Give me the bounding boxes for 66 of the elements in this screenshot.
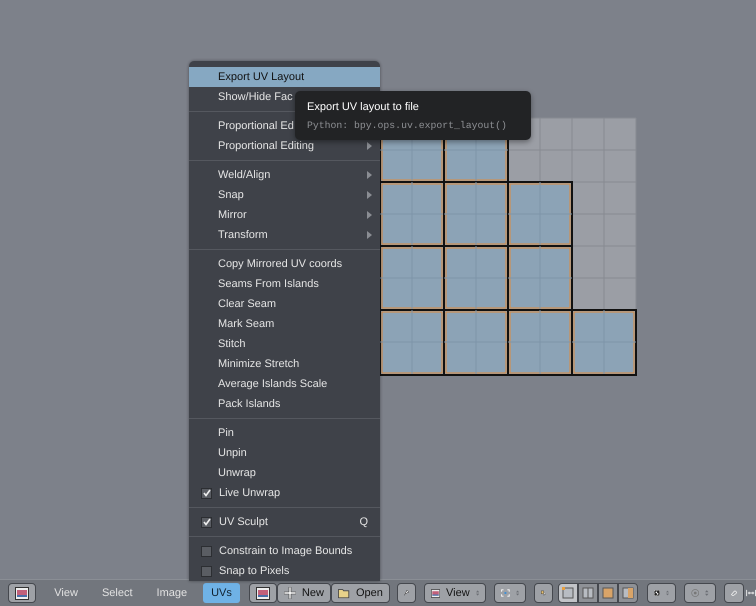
menu-item[interactable]: Snap to Pixels: [189, 561, 380, 581]
folder-icon: [338, 587, 350, 599]
checkbox[interactable]: [201, 516, 212, 528]
checkbox[interactable]: [201, 546, 212, 556]
dots-icon: [654, 588, 660, 598]
menu-item[interactable]: Weld/Align: [189, 165, 380, 185]
selection-mode-button[interactable]: [598, 583, 618, 603]
submenu-arrow-icon: [367, 211, 372, 219]
menu-button[interactable]: View: [46, 583, 86, 603]
menu-button[interactable]: Image: [148, 583, 196, 603]
circle-icon: [690, 587, 700, 599]
menu-item[interactable]: Live Unwrap: [189, 483, 380, 503]
stepper-arrows-icon: [516, 588, 519, 598]
plus-icon: [284, 587, 296, 599]
pivot-icon: [500, 587, 510, 599]
selection-mode-button[interactable]: [558, 583, 578, 603]
mode-icon: [622, 587, 634, 599]
sticky-select-button[interactable]: [534, 583, 553, 603]
editor-type-button[interactable]: [8, 583, 36, 603]
checkbox[interactable]: [201, 566, 212, 576]
submenu-arrow-icon: [367, 142, 372, 150]
menu-item[interactable]: Export UV Layout: [189, 67, 380, 87]
pivot-button[interactable]: [494, 583, 526, 603]
snap-button[interactable]: [724, 583, 744, 603]
tooltip-python-path: Python: bpy.ops.uv.export_layout(): [307, 120, 508, 132]
menu-item[interactable]: UV Sculpt Q: [189, 512, 380, 532]
menu-item[interactable]: Proportional Editing: [189, 136, 380, 156]
proportional-edit-button[interactable]: [684, 583, 716, 603]
submenu-arrow-icon: [367, 191, 372, 199]
menu-item[interactable]: Unpin: [189, 443, 380, 463]
menu-item[interactable]: Unwrap: [189, 463, 380, 483]
mode-icon: [562, 587, 574, 599]
image-icon: [430, 586, 440, 600]
menu-item[interactable]: Average Islands Scale: [189, 374, 380, 394]
menu-item[interactable]: Clear Seam: [189, 294, 380, 314]
menu-item[interactable]: Transform: [189, 225, 380, 245]
stepper-arrows-icon: [476, 588, 479, 598]
pin-button[interactable]: [396, 583, 416, 603]
selection-mode-button[interactable]: [578, 583, 598, 603]
menu-item[interactable]: Copy Mirrored UV coords: [189, 254, 380, 274]
menu-button[interactable]: UVs: [203, 583, 240, 603]
open-image-button[interactable]: Open: [330, 583, 390, 603]
sync-mode-button[interactable]: [646, 583, 676, 603]
mode-icon: [582, 587, 594, 599]
new-image-button[interactable]: New: [276, 583, 331, 603]
submenu-arrow-icon: [367, 171, 372, 179]
menu-item[interactable]: Mark Seam: [189, 314, 380, 334]
menu-item[interactable]: Pin: [189, 423, 380, 443]
mode-icon: [602, 587, 614, 599]
checkbox[interactable]: [201, 488, 212, 498]
image-dropdown[interactable]: View: [424, 583, 486, 603]
menu-item[interactable]: Minimize Stretch: [189, 354, 380, 374]
menu-item[interactable]: Seams From Islands: [189, 274, 380, 294]
menu-item[interactable]: Mirror: [189, 205, 380, 225]
tooltip-title: Export UV layout to file: [307, 101, 420, 114]
menu-item[interactable]: Stitch: [189, 334, 380, 354]
menu-button[interactable]: Select: [94, 583, 141, 603]
menu-item[interactable]: Pack Islands: [189, 394, 380, 414]
image-editor-icon: [15, 586, 29, 600]
menu-item[interactable]: Constrain to Image Bounds: [189, 541, 380, 561]
image-browse-button[interactable]: [248, 583, 277, 603]
menu-item[interactable]: Snap: [189, 185, 380, 205]
snap-target-icon[interactable]: [746, 587, 756, 599]
image-icon: [256, 586, 270, 600]
submenu-arrow-icon: [367, 231, 372, 239]
selection-mode-button[interactable]: [618, 583, 638, 603]
